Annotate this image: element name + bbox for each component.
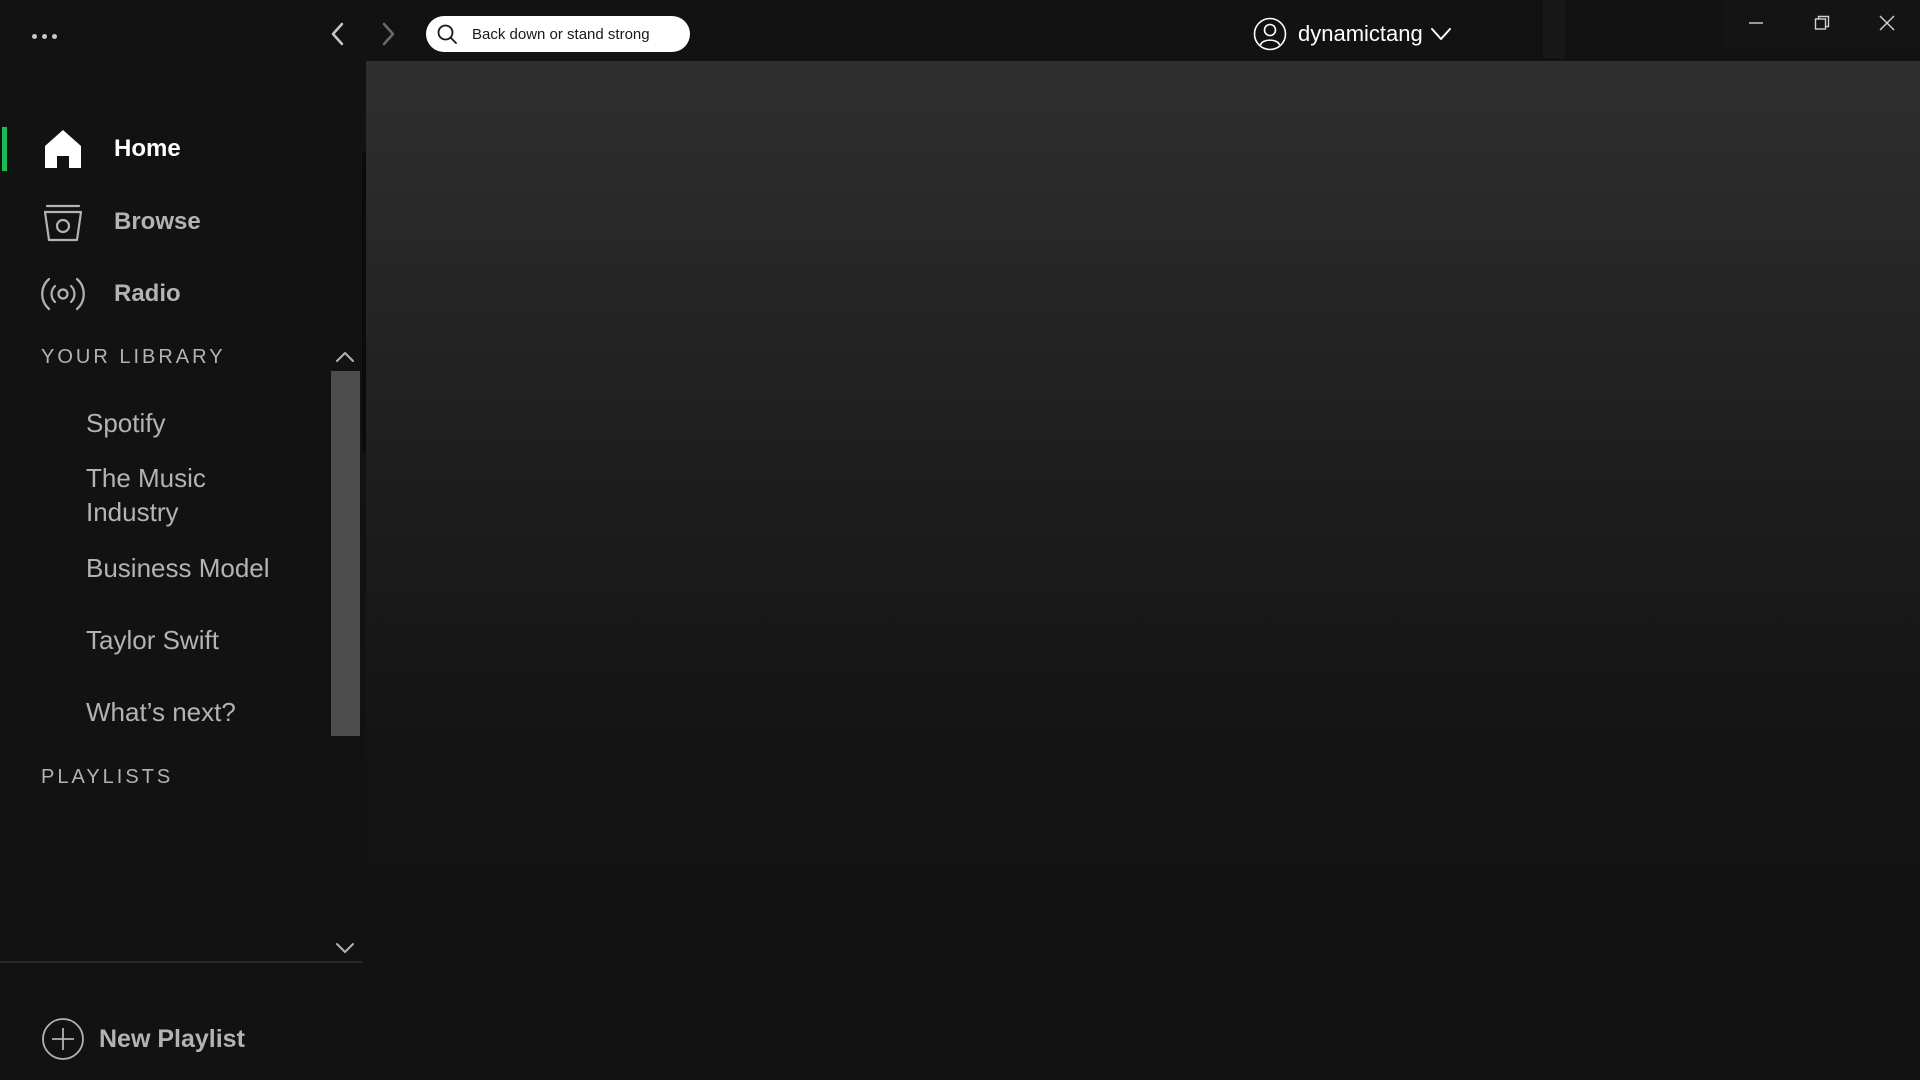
sidebar-item-radio[interactable]: Radio [0, 264, 362, 324]
home-icon [40, 126, 86, 172]
library-item[interactable]: What’s next? [86, 695, 326, 729]
top-bar: dynamictang [0, 0, 1920, 61]
scrollbar-thumb[interactable] [331, 371, 360, 736]
chevron-down-icon [1429, 22, 1453, 46]
username: dynamictang [1298, 21, 1423, 46]
restore-button[interactable] [1789, 0, 1855, 46]
library-collapse-button[interactable] [330, 344, 360, 370]
sidebar-divider [0, 961, 362, 963]
library-heading: YOUR LIBRARY [41, 346, 226, 368]
scroll-down-button[interactable] [330, 935, 360, 961]
new-playlist-label: New Playlist [99, 1024, 245, 1053]
restore-icon [1814, 15, 1829, 30]
sidebar-item-browse[interactable]: Browse [0, 192, 362, 252]
top-divider [1543, 0, 1565, 58]
sidebar-scrollbar[interactable] [330, 371, 360, 796]
library-item[interactable]: Business Model [86, 551, 326, 585]
library-item[interactable]: Spotify [86, 406, 326, 440]
browse-icon [40, 199, 86, 245]
sidebar-item-home[interactable]: Home [0, 119, 362, 179]
radio-icon [40, 271, 86, 317]
search-input[interactable] [472, 25, 672, 43]
user-avatar-icon [1252, 16, 1288, 52]
library-item[interactable]: The Music Industry [86, 461, 236, 529]
close-button[interactable] [1854, 0, 1920, 46]
sidebar-item-label: Browse [114, 208, 201, 235]
search-box[interactable] [426, 16, 690, 52]
playlists-heading: PLAYLISTS [41, 766, 174, 788]
chevron-down-icon [336, 943, 354, 953]
back-button[interactable] [320, 16, 356, 52]
window-controls [1723, 0, 1920, 46]
chevron-right-icon [382, 22, 395, 46]
minimize-icon [1748, 22, 1763, 24]
new-playlist-button[interactable]: New Playlist [40, 1016, 245, 1062]
chevron-up-icon [336, 352, 354, 362]
plus-circle-icon [40, 1016, 86, 1062]
sidebar: Home Browse Radio YOUR LIBRARY Spotify T… [0, 61, 366, 1080]
minimize-button[interactable] [1723, 0, 1789, 46]
library-item[interactable]: Taylor Swift [86, 623, 326, 657]
sidebar-item-label: Radio [114, 280, 181, 307]
close-icon [1879, 15, 1895, 31]
user-menu[interactable]: dynamictang [1252, 14, 1453, 54]
sidebar-item-label: Home [114, 135, 181, 162]
chevron-left-icon [331, 22, 344, 46]
forward-button[interactable] [370, 16, 406, 52]
search-icon [436, 23, 458, 45]
main-content [366, 61, 1920, 1080]
more-dots-icon[interactable] [22, 20, 66, 52]
